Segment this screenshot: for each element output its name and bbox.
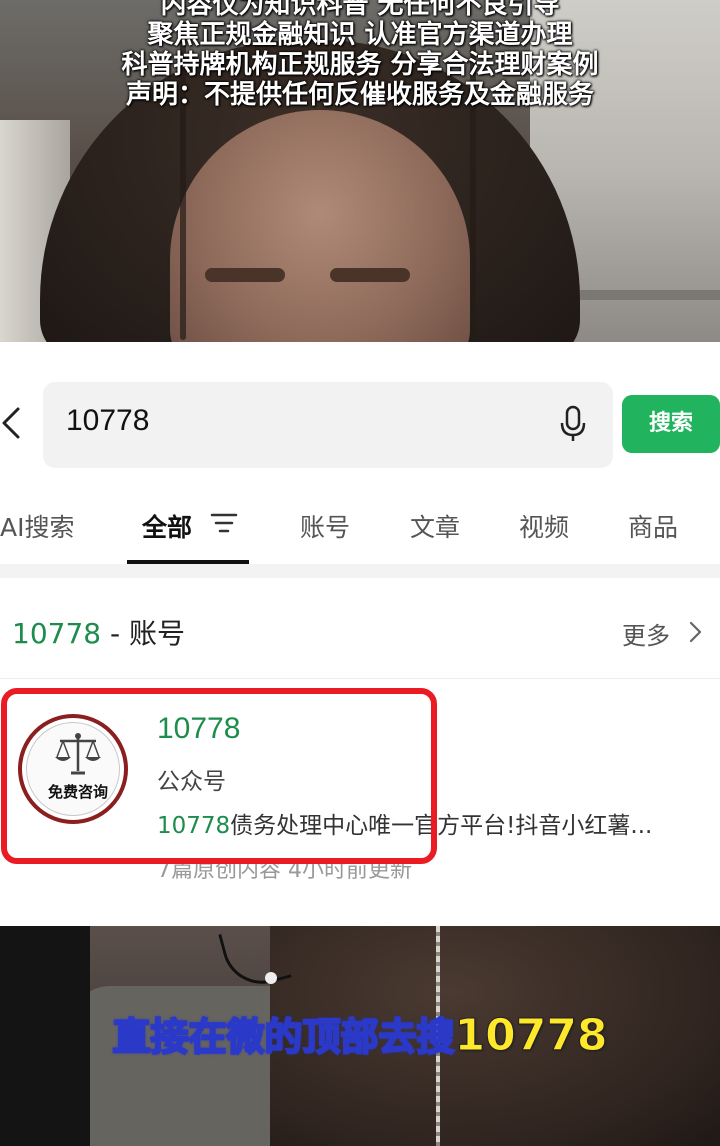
- tab-accounts[interactable]: 账号: [300, 508, 350, 544]
- divider: [0, 678, 720, 679]
- chevron-right-icon[interactable]: [688, 620, 702, 644]
- section-keyword: 10778: [12, 617, 102, 650]
- person-eyebrow: [205, 268, 285, 282]
- section-title: 10778 - 账号: [12, 612, 185, 652]
- back-arrow-icon[interactable]: [0, 403, 26, 443]
- search-tabs: AI搜索 全部 账号 文章 视频 商品: [0, 490, 720, 562]
- microphone-icon[interactable]: [558, 404, 588, 444]
- tab-ai-search[interactable]: AI搜索: [0, 508, 74, 544]
- highlight-box: [1, 688, 437, 864]
- caption-number: 10778: [454, 1010, 608, 1062]
- disclaimer-overlay: 内容仅为知识科普 无任何不良引导 聚焦正规金融知识 认准官方渠道办理 科普持牌机…: [0, 0, 720, 110]
- section-suffix: - 账号: [101, 617, 185, 650]
- person-eyebrow: [330, 268, 410, 282]
- disclaimer-line: 内容仅为知识科普 无任何不良引导: [160, 0, 560, 20]
- tab-articles[interactable]: 文章: [410, 508, 460, 544]
- tab-videos[interactable]: 视频: [519, 508, 569, 544]
- video-caption: 直接在微的顶部去搜10778: [0, 1006, 720, 1062]
- more-link[interactable]: 更多: [622, 616, 670, 651]
- tab-all[interactable]: 全部: [142, 508, 192, 544]
- tab-products[interactable]: 商品: [628, 508, 678, 544]
- caption-text: 直接在微的顶部去搜: [111, 1014, 455, 1060]
- divider: [0, 564, 720, 578]
- disclaimer-line: 声明：不提供任何反催收服务及金融服务: [125, 80, 594, 110]
- disclaimer-line: 聚焦正规金融知识 认准官方渠道办理: [147, 20, 573, 50]
- search-query[interactable]: 10778: [66, 404, 149, 438]
- search-button[interactable]: 搜索: [622, 395, 720, 453]
- disclaimer-line: 科普持牌机构正规服务 分享合法理财案例: [121, 50, 599, 80]
- filter-icon[interactable]: [210, 512, 238, 534]
- necklace-bead: [265, 972, 277, 984]
